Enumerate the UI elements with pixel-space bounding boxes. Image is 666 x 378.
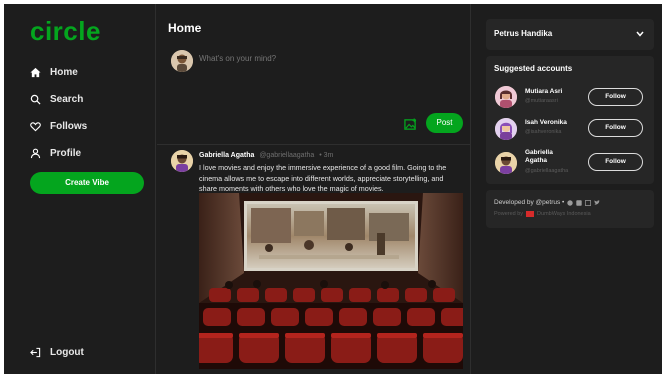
suggested-accounts-title: Suggested accounts xyxy=(494,64,573,73)
account-name[interactable]: Gabriella Agatha xyxy=(525,149,561,165)
github-icon[interactable] xyxy=(567,199,574,206)
sidebar-item-home[interactable]: Home xyxy=(30,67,78,78)
page-title: Home xyxy=(168,21,202,35)
suggested-accounts-card: Suggested accounts Mutiara Asri @mutiara… xyxy=(486,56,654,184)
account-avatar[interactable] xyxy=(495,152,517,174)
heart-icon xyxy=(30,122,41,132)
post-text: I love movies and enjoy the immersive ex… xyxy=(199,163,447,193)
developer-credits-card: Developed by @petrus • Powered by DumbWa… xyxy=(486,190,654,228)
post-image[interactable] xyxy=(199,193,463,369)
sidebar-item-search[interactable]: Search xyxy=(30,94,83,105)
create-vibe-button[interactable]: Create Vibe xyxy=(30,172,144,194)
account-avatar[interactable] xyxy=(495,86,517,108)
twitter-icon[interactable] xyxy=(594,199,601,206)
search-icon xyxy=(30,94,41,105)
sidebar-item-follows[interactable]: Follows xyxy=(30,121,87,132)
powered-by-name[interactable]: DumbWays Indonesia xyxy=(537,211,591,217)
dumbways-logo-icon xyxy=(526,211,535,217)
sidebar-item-label: Follows xyxy=(50,121,88,132)
developed-by-text: Developed by @petrus • xyxy=(494,199,565,206)
home-icon xyxy=(30,67,41,78)
sidebar-item-profile[interactable]: Profile xyxy=(30,148,81,159)
logout-icon xyxy=(30,347,41,358)
main-feed: Home Post Gabriella Agatha @gabriellaaga… xyxy=(157,4,471,374)
app-window: circle Home Search Follows Profile Creat… xyxy=(4,4,662,374)
powered-by-text: Powered by xyxy=(494,211,524,217)
follow-button[interactable]: Follow xyxy=(588,153,643,171)
post-button[interactable]: Post xyxy=(426,113,463,133)
post-header: Gabriella Agatha @gabriellaagatha • 3m xyxy=(199,152,333,159)
post-timestamp: • 3m xyxy=(319,152,334,159)
post-author-handle: @gabriellaagatha xyxy=(259,152,315,159)
sidebar-item-label: Search xyxy=(50,94,84,105)
sidebar-item-label: Home xyxy=(50,67,78,78)
user-avatar[interactable] xyxy=(171,50,193,72)
post-author-avatar[interactable] xyxy=(171,150,193,172)
post-author-name[interactable]: Gabriella Agatha xyxy=(199,152,254,159)
account-avatar[interactable] xyxy=(495,118,517,140)
compose-input[interactable] xyxy=(199,54,449,63)
account-name[interactable]: Mutiara Asri xyxy=(525,88,562,96)
account-handle: @isahveronika xyxy=(525,129,562,135)
follow-button[interactable]: Follow xyxy=(588,119,643,137)
logout-button[interactable]: Logout xyxy=(30,347,84,358)
chevron-down-icon xyxy=(636,31,644,37)
account-handle: @gabriellaagatha xyxy=(525,168,569,174)
sidebar: circle Home Search Follows Profile Creat… xyxy=(4,4,156,374)
linkedin-icon[interactable] xyxy=(576,199,583,206)
account-handle: @mutiaraasri xyxy=(525,98,558,104)
divider xyxy=(157,144,470,145)
user-icon xyxy=(30,148,41,159)
image-upload-icon[interactable] xyxy=(404,118,417,131)
profile-dropdown[interactable]: Petrus Handika xyxy=(486,19,654,50)
account-name[interactable]: Isah Veronika xyxy=(525,119,567,127)
app-logo[interactable]: circle xyxy=(30,16,101,47)
facebook-icon[interactable] xyxy=(585,199,592,206)
logout-label: Logout xyxy=(50,347,84,358)
developed-by-line: Developed by @petrus • xyxy=(494,199,601,206)
powered-by-line: Powered by DumbWays Indonesia xyxy=(494,211,591,217)
sidebar-item-label: Profile xyxy=(50,148,82,159)
follow-button[interactable]: Follow xyxy=(588,88,643,106)
profile-name: Petrus Handika xyxy=(494,29,553,38)
